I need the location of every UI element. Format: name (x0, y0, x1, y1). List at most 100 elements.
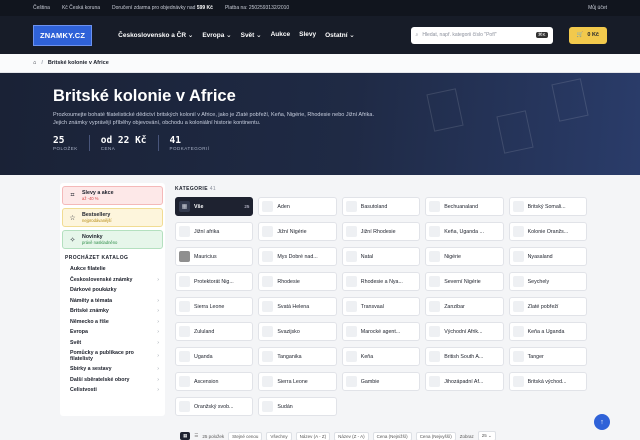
sidebar-item[interactable]: Náměty a témata › (62, 296, 163, 307)
nav-item[interactable]: Ostatní ⌄ (325, 31, 355, 39)
category-tile[interactable]: Sierra Leone (258, 372, 337, 391)
category-label: Jihozápadní Af... (444, 378, 484, 385)
category-tile[interactable]: Zululand (175, 322, 254, 341)
category-tile[interactable]: Keňa (341, 347, 421, 366)
category-tile[interactable]: Natal (341, 247, 421, 266)
sort-option[interactable]: Stejné cenou (228, 431, 263, 440)
search-input[interactable]: ⌕ Hledat, např. kategorii číslo "Pofl" ⌘… (410, 26, 553, 44)
sidebar-item[interactable]: Sbírky a sestavy › (62, 364, 163, 375)
category-tile[interactable]: Tanger (508, 347, 587, 366)
category-thumbnail (512, 301, 524, 312)
category-tile[interactable]: Basutoland (341, 197, 421, 216)
sort-option[interactable]: Cena (Nejnižší) (372, 431, 412, 440)
sidebar-item[interactable]: Aukce filatelie (62, 264, 163, 275)
category-label: Tanger (527, 353, 544, 360)
category-tile[interactable]: Východní Afrik... (425, 322, 504, 341)
nav-item[interactable]: Aukce (271, 31, 291, 39)
category-tile[interactable]: Severní Nigérie (425, 272, 504, 291)
promo-new[interactable]: ✧ Novinky právě naskladněno (62, 230, 163, 249)
nav-item[interactable]: Svět ⌄ (241, 31, 262, 39)
account-link[interactable]: Můj účet (588, 5, 607, 11)
category-tile[interactable]: British South A... (425, 347, 504, 366)
category-tile[interactable]: Jižní Rhodesie (341, 222, 421, 241)
category-tile[interactable]: Kolonie Oranžs... (508, 222, 587, 241)
category-tile[interactable]: Nyasaland (508, 247, 587, 266)
sidebar-item[interactable]: Německo a říše › (62, 317, 163, 328)
category-tile[interactable]: Protektorát Nig... (175, 272, 254, 291)
sidebar-item[interactable]: Celistvosti › (62, 385, 163, 396)
category-tile[interactable]: Gambie (341, 372, 421, 391)
scroll-top-button[interactable]: ↑ (594, 414, 610, 430)
breadcrumb-current: Britské kolonie v Africe (47, 60, 109, 66)
sort-option[interactable]: Všechny (266, 431, 292, 440)
category-tile[interactable]: Ascension (175, 372, 254, 391)
category-tile[interactable]: Marocké agent... (341, 322, 421, 341)
category-all[interactable]: ▦ Vše 25 (175, 197, 254, 216)
category-tile[interactable]: Jižní afrika (175, 222, 254, 241)
catalog-heading: PROCHÁZET KATALOG (65, 255, 129, 261)
category-thumbnail (179, 401, 190, 412)
category-tile[interactable]: Zlaté pobřeží (508, 297, 587, 316)
category-tile[interactable]: Britský Somali... (508, 197, 587, 216)
category-thumbnail (179, 226, 190, 237)
currency-selector[interactable]: Kč Česká koruna (62, 5, 100, 11)
sidebar-item[interactable]: Dárkové poukázky (62, 285, 163, 296)
category-tile[interactable]: Sudán (258, 397, 337, 416)
sidebar-item[interactable]: Pomůcky a publikace pro filatelisty › (62, 348, 163, 364)
sidebar-item[interactable]: Československé známky › (62, 275, 163, 286)
top-bar: Čeština Kč Česká koruna Doručení zdarma … (0, 0, 640, 16)
site-logo[interactable]: ZNAMKY.CZ (33, 24, 93, 46)
category-tile[interactable]: Mauricius (175, 247, 254, 266)
category-tile[interactable]: Keňa a Uganda (508, 322, 587, 341)
language-selector[interactable]: Čeština (33, 5, 50, 11)
sidebar-item[interactable]: Další sběratelské obory › (62, 375, 163, 386)
category-tile[interactable]: Oranžský svob... (175, 397, 254, 416)
category-tile[interactable]: Jižní Nigérie (258, 222, 337, 241)
promo-sale[interactable]: ⌗ Slevy a akce až -40 % (62, 186, 163, 205)
category-tile[interactable]: Uganda (175, 347, 254, 366)
category-tile[interactable]: Bechuanaland (425, 197, 504, 216)
category-tile[interactable]: Seychely (508, 272, 587, 291)
category-thumbnail (512, 251, 524, 262)
sort-option[interactable]: Cena (Nejvyšší) (415, 431, 456, 440)
category-tile[interactable]: Svazijsko (258, 322, 337, 341)
sidebar-item[interactable]: Svět › (62, 338, 163, 349)
category-label: Protektorát Nig... (194, 278, 234, 285)
category-tile[interactable]: Sierra Leone (175, 297, 254, 316)
promo-bestsellers[interactable]: ☆ Bestsellery nejprodávanější (62, 208, 163, 227)
shipping-info: Doručení zdarma pro objednávky nad 599 K… (112, 5, 213, 11)
category-tile[interactable]: Britská východ... (508, 372, 587, 391)
nav-item[interactable]: Slevy (299, 31, 316, 39)
nav-item[interactable]: Evropa ⌄ (202, 31, 231, 39)
category-label: Britská východ... (527, 378, 567, 385)
category-label: Svatá Helena (277, 303, 310, 310)
sidebar-item[interactable]: Evropa › (62, 327, 163, 338)
sort-option[interactable]: Název (A - Z) (295, 431, 331, 440)
category-tile[interactable]: Transvaal (341, 297, 421, 316)
promo-subtitle: nejprodávanější (82, 218, 112, 223)
category-tile[interactable]: Jihozápadní Af... (425, 372, 504, 391)
category-label: Gambie (360, 378, 380, 385)
home-icon[interactable]: ⌂ (33, 60, 36, 66)
category-tile[interactable]: Rhodesie (258, 272, 337, 291)
sidebar-item-label: Československé známky (70, 276, 133, 283)
per-page-select[interactable]: 25 ⌄ (477, 431, 496, 440)
category-tile[interactable]: Tanganika (258, 347, 337, 366)
sort-option[interactable]: Název (Z - A) (334, 431, 369, 440)
category-tile[interactable]: Nigérie (425, 247, 504, 266)
category-thumbnail (429, 351, 441, 362)
nav-item[interactable]: Československo a ČR ⌄ (118, 31, 193, 39)
category-tile[interactable]: Zanzibar (425, 297, 504, 316)
category-tile[interactable]: Mys Dobré nad... (258, 247, 337, 266)
grid-view-icon[interactable]: ▦ (180, 432, 191, 440)
category-tile[interactable]: Keňa, Uganda ... (425, 222, 504, 241)
category-label: Seychely (527, 278, 550, 285)
list-view-icon[interactable]: ☰ (194, 433, 198, 439)
sidebar-item[interactable]: Britské známky › (62, 306, 163, 317)
cart-button[interactable]: 🛒 0 Kč (568, 26, 607, 44)
category-tile[interactable]: Rhodesie a Nya... (341, 272, 421, 291)
sidebar-item-label: Aukce filatelie (70, 266, 106, 273)
category-tile[interactable]: Aden (258, 197, 337, 216)
category-thumbnail (262, 326, 274, 337)
category-tile[interactable]: Svatá Helena (258, 297, 337, 316)
